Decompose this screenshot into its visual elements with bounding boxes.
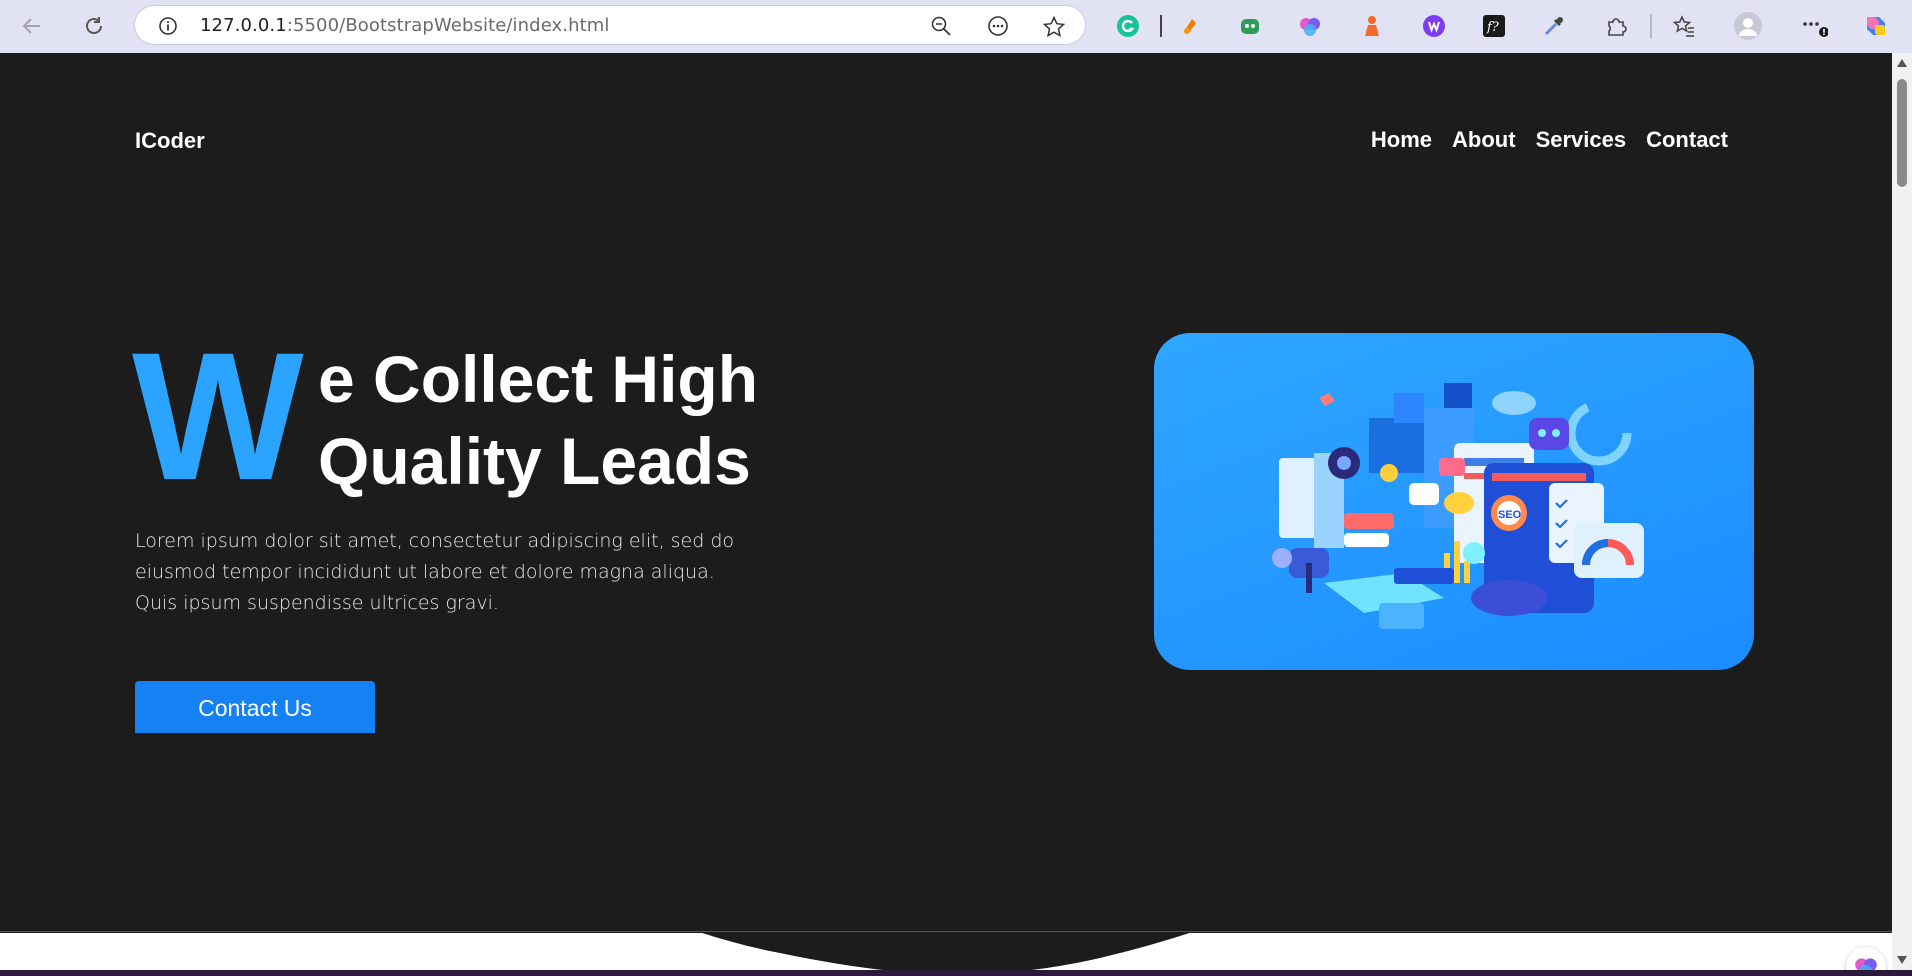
seo-illustration-graphic: SEO <box>1272 383 1644 629</box>
headline-line-2: Quality Leads <box>318 424 751 498</box>
puzzle-extensions-icon[interactable] <box>1600 10 1632 42</box>
favorite-star-icon[interactable] <box>1042 15 1066 39</box>
page-viewport: ICoder Home About Services Contact W e C… <box>0 53 1892 976</box>
profile-icon[interactable] <box>1732 10 1764 42</box>
nav-services[interactable]: Services <box>1536 127 1627 153</box>
hero-headline: e Collect High Quality Leads <box>318 338 758 502</box>
favorites-icon[interactable] <box>1668 10 1700 42</box>
page-scrollbar[interactable] <box>1892 53 1912 970</box>
reload-icon <box>86 17 102 34</box>
lead-line-1: Lorem ipsum dolor sit amet, consectetur … <box>135 530 735 552</box>
reload-button[interactable] <box>76 8 112 44</box>
robot-extension-icon[interactable] <box>1234 10 1266 42</box>
brand-logo[interactable]: ICoder <box>135 128 205 154</box>
copilot-icon[interactable] <box>1860 10 1892 42</box>
contact-us-button[interactable]: Contact Us <box>135 681 375 736</box>
hero-lead-text: Lorem ipsum dolor sit amet, consectetur … <box>135 526 795 619</box>
address-bar[interactable]: 127.0.0.1:5500/BootstrapWebsite/index.ht… <box>134 5 1162 45</box>
site-info-icon[interactable] <box>158 16 178 36</box>
nav-home[interactable]: Home <box>1371 127 1432 153</box>
grammarly-icon[interactable] <box>1112 10 1144 42</box>
figure-extension-icon[interactable] <box>1356 10 1388 42</box>
taskbar-strip <box>0 970 1912 976</box>
headline-initial: W <box>132 314 304 518</box>
seo-badge-text: SEO <box>1498 509 1522 521</box>
back-button[interactable] <box>14 8 50 44</box>
f-question-extension-icon[interactable]: f? <box>1478 10 1510 42</box>
lead-line-2: eiusmod tempor incididunt ut labore et d… <box>135 561 715 583</box>
scrollbar-thumb[interactable] <box>1897 79 1907 187</box>
main-nav: Home About Services Contact <box>1371 127 1728 153</box>
lead-line-3: Quis ipsum suspendisse ultrices gravi. <box>135 592 499 614</box>
zoom-out-icon[interactable] <box>930 15 952 37</box>
hero-illustration: SEO <box>1154 333 1754 670</box>
headline-line-1: e Collect High <box>318 342 759 416</box>
scroll-up-arrow-icon[interactable] <box>1897 59 1907 67</box>
back-arrow-icon <box>22 18 40 34</box>
hero-bottom-wave <box>0 733 1892 973</box>
scroll-down-arrow-icon[interactable] <box>1897 956 1907 964</box>
purple-w-extension-icon[interactable] <box>1418 10 1450 42</box>
orange-extension-icon[interactable] <box>1174 10 1206 42</box>
section-divider <box>0 931 1892 932</box>
toolbar-separator <box>1160 15 1162 37</box>
nav-about[interactable]: About <box>1452 127 1516 153</box>
url-text[interactable]: 127.0.0.1:5500/BootstrapWebsite/index.ht… <box>200 15 610 36</box>
svg-text:f?: f? <box>1486 20 1500 35</box>
brain-extension-icon[interactable] <box>1294 10 1326 42</box>
reading-mode-icon[interactable] <box>986 15 1010 37</box>
toolbar-divider <box>1650 14 1652 38</box>
eyedropper-icon[interactable] <box>1538 10 1570 42</box>
browser-toolbar: 127.0.0.1:5500/BootstrapWebsite/index.ht… <box>0 0 1912 53</box>
nav-contact[interactable]: Contact <box>1646 127 1728 153</box>
more-icon[interactable] <box>1798 10 1830 42</box>
